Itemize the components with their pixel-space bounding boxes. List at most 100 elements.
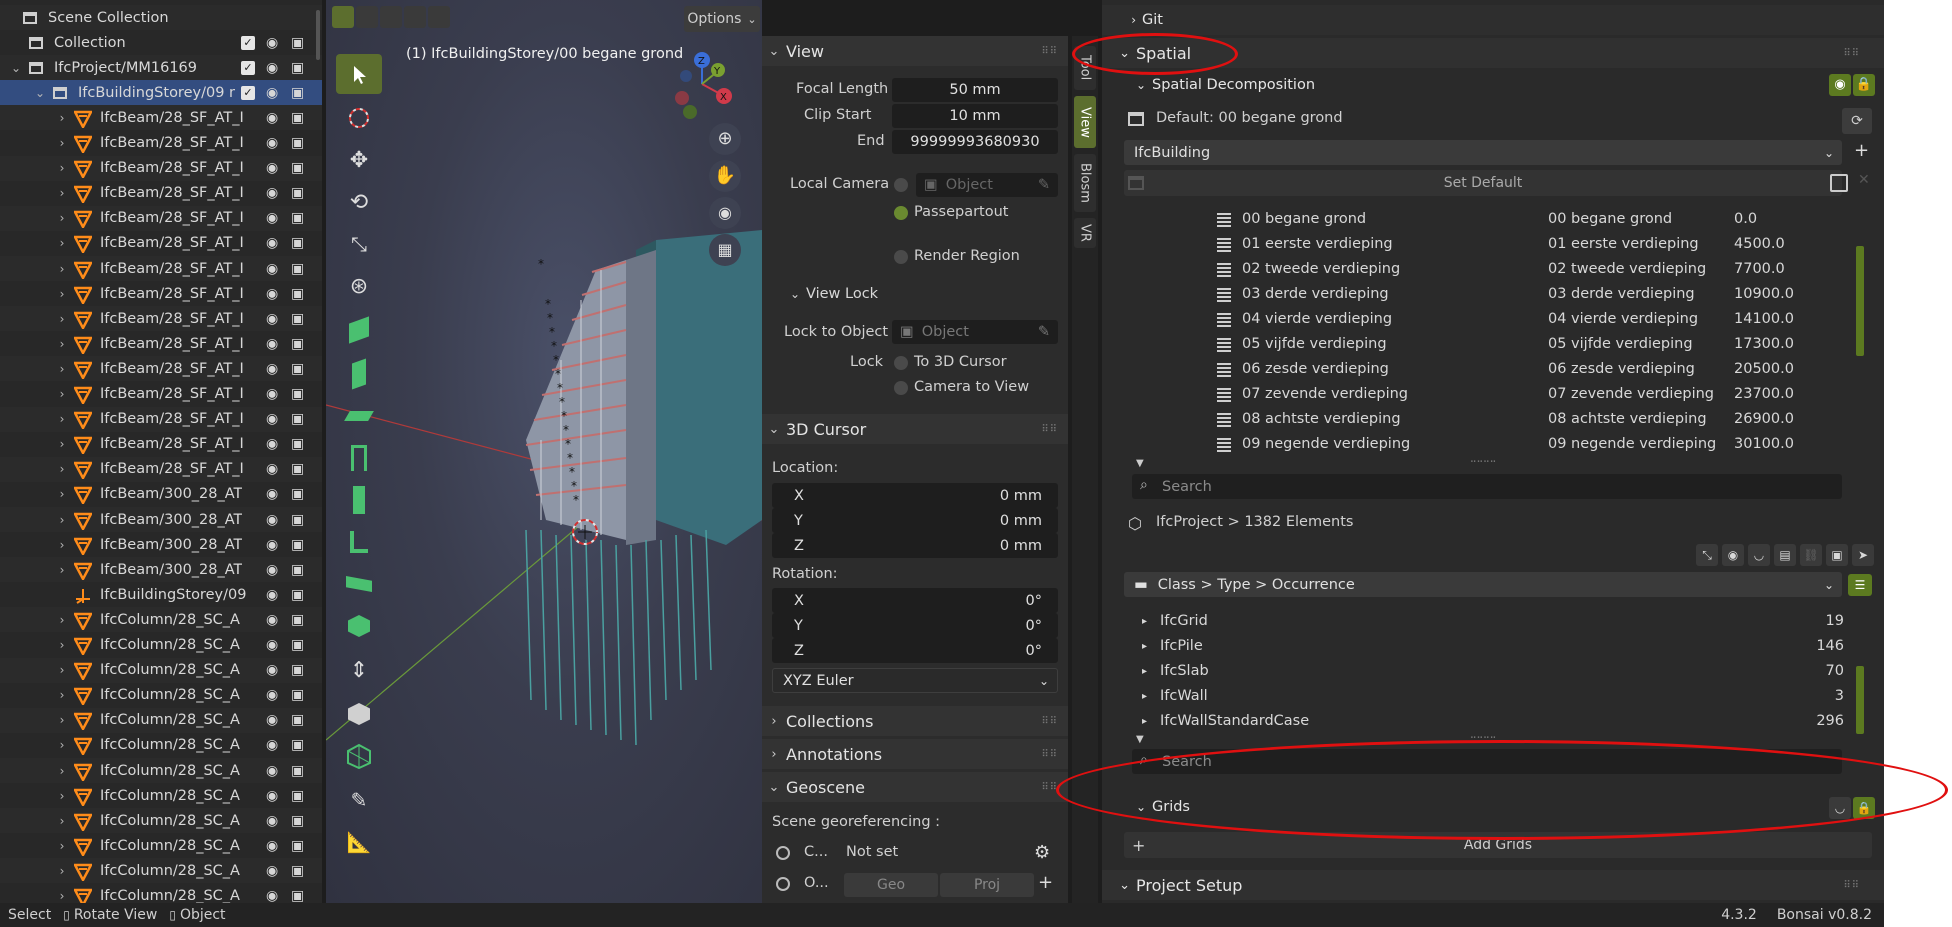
outliner-row[interactable]: IfcBuildingStorey/09 ◉ ▣ [0, 582, 322, 607]
render-camera-icon[interactable]: ▣ [291, 587, 304, 603]
drag-handle-icon[interactable] [1217, 263, 1231, 277]
render-region-toggle[interactable] [894, 250, 908, 264]
storey-row[interactable]: 08 achtste verdieping 08 achtste verdiepi… [1102, 408, 1872, 433]
origin-radio-icon[interactable] [776, 877, 790, 891]
eye-icon[interactable]: ◉ [266, 411, 278, 427]
eye-icon[interactable]: ◉ [266, 311, 278, 327]
exclude-checkbox[interactable]: ✓ [241, 60, 255, 75]
eye-icon[interactable]: ◉ [266, 160, 278, 176]
column-tool-icon[interactable] [336, 480, 382, 520]
drag-handle-icon[interactable] [1217, 338, 1231, 352]
sidebar-tab-blosm[interactable]: Blosm [1074, 154, 1096, 212]
rotate-tool-icon[interactable]: ⟲ [336, 182, 382, 222]
storey-row[interactable]: 01 eerste verdieping 01 eerste verdieping… [1102, 233, 1872, 258]
render-camera-icon[interactable]: ▣ [291, 411, 304, 427]
exclude-checkbox[interactable]: ✓ [241, 35, 255, 50]
transform-tool-icon[interactable]: ⊛ [336, 266, 382, 306]
chevron-right-icon[interactable]: › [56, 889, 68, 903]
storey-row[interactable]: 03 derde verdieping 03 derde verdieping 10… [1102, 283, 1872, 308]
tool-shelf[interactable]: ✥ ⟲ ⤡ ⊛ ⇕ ✎ 📐 [332, 54, 386, 904]
storey-row[interactable]: 04 vierde verdieping 04 vierde verdieping… [1102, 308, 1872, 333]
eye-icon[interactable]: ◉ [266, 712, 278, 728]
render-camera-icon[interactable]: ▣ [291, 210, 304, 226]
chevron-right-icon[interactable]: › [56, 864, 68, 878]
drag-handle-icon[interactable] [1217, 413, 1231, 427]
drag-handle-icon[interactable] [1217, 313, 1231, 327]
render-camera-icon[interactable]: ▣ [291, 185, 304, 201]
proj-button[interactable]: Proj [940, 873, 1034, 897]
chevron-down-icon[interactable]: ⌄ [10, 61, 22, 75]
list-resize-handle[interactable]: ⠒⠒⠒⠒ [1470, 458, 1496, 468]
grouping-select[interactable]: ▬ Class > Type > Occurrence ⌄ [1124, 572, 1842, 597]
storey-list[interactable]: 00 begane grond 00 begane grond 0.0 01 eers… [1102, 208, 1884, 460]
rotation-mode-select[interactable]: XYZ Euler ⌄ [772, 668, 1058, 693]
chevron-right-icon[interactable]: › [56, 387, 68, 401]
eye-toggle-icon[interactable]: ◉ [1829, 74, 1851, 96]
eye-icon[interactable]: ◉ [266, 486, 278, 502]
scale-tool-icon[interactable]: ⤡ [336, 224, 382, 264]
local-camera-field[interactable]: ▣ Object ✎ [916, 173, 1058, 197]
element-tool-icon[interactable] [336, 606, 382, 646]
render-camera-icon[interactable]: ▣ [291, 110, 304, 126]
chevron-right-icon[interactable]: › [56, 287, 68, 301]
camera-view-icon[interactable]: ◉ [709, 197, 741, 229]
chevron-right-icon[interactable]: › [56, 437, 68, 451]
outliner-row[interactable]: › IfcBeam/28_SF_AT_I ◉ ▣ [0, 281, 322, 306]
render-camera-icon[interactable]: ▣ [291, 863, 304, 879]
render-camera-icon[interactable]: ▣ [291, 286, 304, 302]
eye-icon[interactable]: ◉ [266, 637, 278, 653]
outliner-row[interactable]: › IfcBeam/28_SF_AT_I ◉ ▣ [0, 306, 322, 332]
storey-row[interactable]: 00 begane grond 00 begane grond 0.0 [1102, 208, 1872, 233]
render-camera-icon[interactable]: ▣ [291, 537, 304, 553]
eye-icon[interactable]: ◉ [266, 537, 278, 553]
chevron-right-icon[interactable]: › [56, 513, 68, 527]
render-camera-icon[interactable]: ▣ [291, 687, 304, 703]
chevron-right-icon[interactable]: › [56, 688, 68, 702]
eyedropper-icon[interactable]: ✎ [1038, 324, 1050, 340]
rotation-y-field[interactable]: Y 0° [772, 613, 1058, 638]
render-camera-icon[interactable]: ▣ [291, 35, 304, 51]
outliner-row[interactable]: › IfcColumn/28_SC_A ◉ ▣ [0, 683, 322, 708]
eye-icon[interactable]: ◉ [266, 35, 278, 51]
folder-icon[interactable]: ▤ [1774, 544, 1796, 566]
add-icon[interactable]: + [1854, 140, 1869, 161]
select-new-icon[interactable] [332, 6, 354, 28]
chevron-right-icon[interactable]: › [56, 412, 68, 426]
drag-handle-icon[interactable] [1217, 363, 1231, 377]
chevron-right-icon[interactable]: › [56, 462, 68, 476]
measure-tool-icon[interactable]: 📐 [336, 822, 382, 862]
class-row[interactable]: ▸ IfcSlab 70 [1102, 660, 1872, 685]
outliner-row[interactable]: › IfcBeam/300_28_AT ◉ ▣ [0, 507, 322, 532]
eye-icon[interactable]: ◉ [266, 737, 278, 753]
sidebar-tab-view[interactable]: View [1074, 96, 1096, 148]
clip-start-field[interactable]: 10 mm [892, 104, 1058, 128]
chevron-right-icon[interactable]: › [56, 814, 68, 828]
drag-handle-icon[interactable]: ⠿⠿ [1843, 880, 1860, 891]
sidebar-view-panel[interactable]: ⌄ View ⠿⠿ Focal Length 50 mm Clip Start 10… [762, 36, 1068, 904]
outliner-row[interactable]: › IfcBeam/300_28_AT ◉ ▣ [0, 532, 322, 557]
eye-icon[interactable]: ◉ [266, 110, 278, 126]
hide-icon[interactable]: ◡ [1748, 544, 1770, 566]
outliner-row[interactable]: › IfcBeam/28_SF_AT_I ◉ ▣ [0, 256, 322, 281]
chevron-right-icon[interactable]: › [56, 211, 68, 225]
add-icon[interactable]: + [1038, 872, 1053, 893]
render-camera-icon[interactable]: ▣ [291, 361, 304, 377]
expand-triangle-icon[interactable]: ▸ [1142, 666, 1147, 677]
location-y-field[interactable]: Y0 mm [772, 508, 1058, 533]
3d-cursor-panel-header[interactable]: ⌄ 3D Cursor ⠿⠿ [762, 414, 1068, 444]
render-camera-icon[interactable]: ▣ [291, 436, 304, 452]
passepartout-toggle[interactable] [894, 206, 908, 220]
geoscene-panel-header[interactable]: ⌄ Geoscene ⠿⠿ [762, 772, 1068, 802]
outliner-row[interactable]: › IfcBeam/28_SF_AT_I ◉ ▣ [0, 131, 322, 156]
outliner-row[interactable]: › IfcColumn/28_SC_A ◉ ▣ [0, 783, 322, 808]
chevron-right-icon[interactable]: › [56, 136, 68, 150]
lock-icon[interactable]: 🔒 [1853, 74, 1875, 96]
eye-icon[interactable]: ◉ [266, 436, 278, 452]
eye-icon[interactable]: ◉ [266, 60, 278, 76]
location-z-field[interactable]: Z0 mm [772, 533, 1058, 558]
select-subtract-icon[interactable] [380, 6, 402, 28]
rotation-z-field[interactable]: Z 0° [772, 638, 1058, 663]
expand-triangle-icon[interactable]: ▸ [1142, 641, 1147, 652]
eye-icon[interactable]: ◉ [266, 687, 278, 703]
outliner-row[interactable]: › IfcColumn/28_SC_A ◉ ▣ [0, 884, 322, 903]
